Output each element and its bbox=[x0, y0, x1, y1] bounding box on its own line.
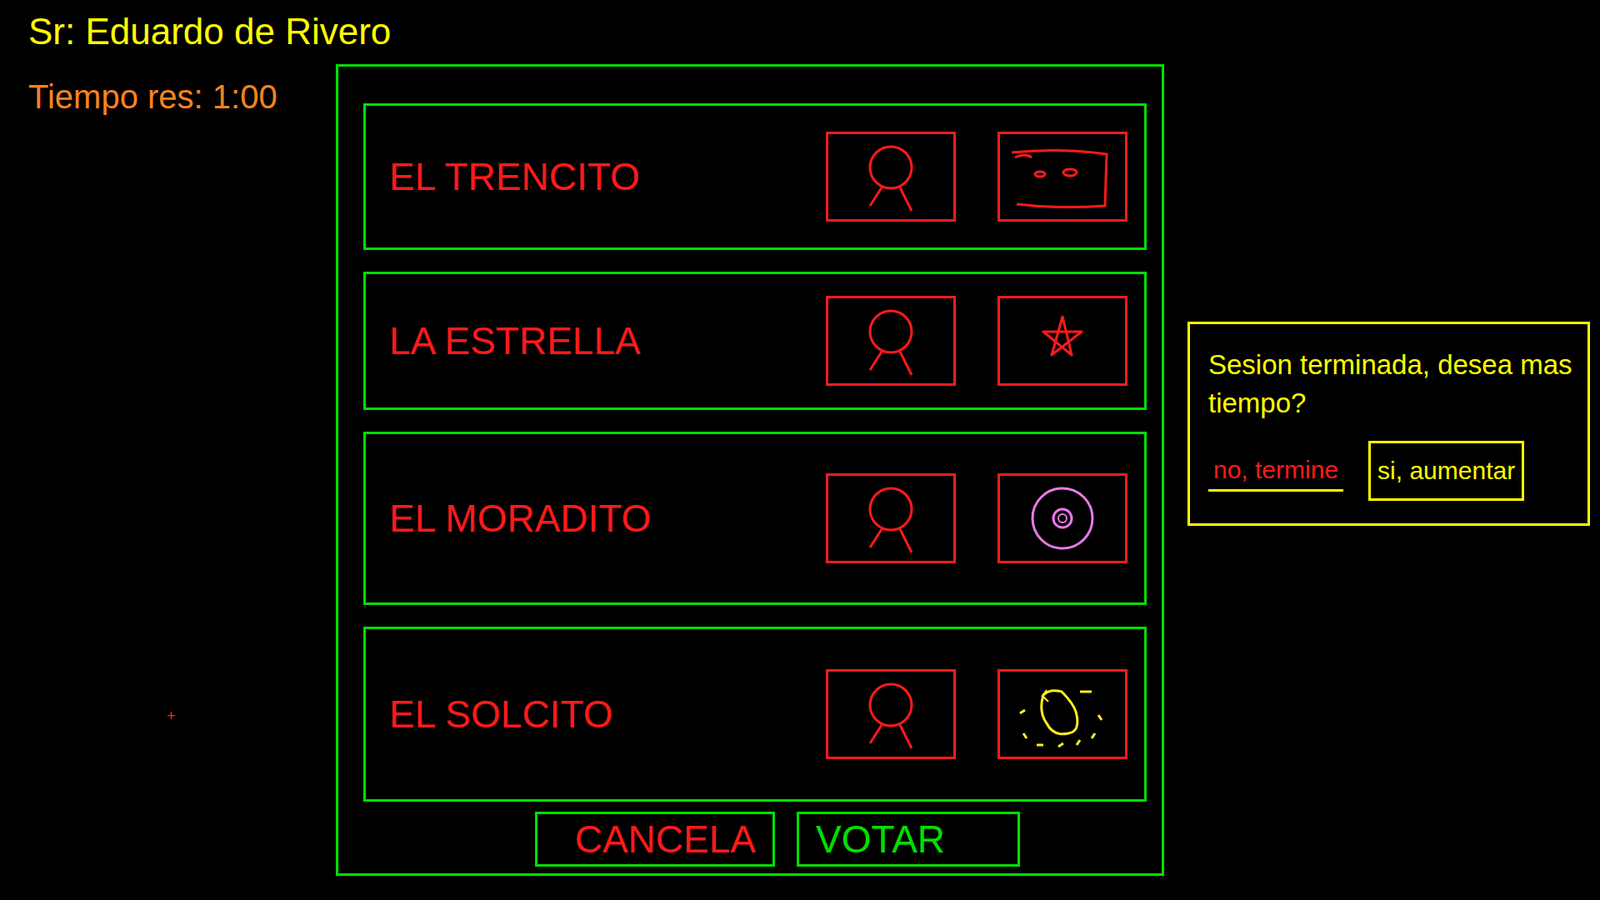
photo-box bbox=[825, 473, 956, 564]
train-icon bbox=[1000, 134, 1125, 220]
person-icon bbox=[828, 671, 954, 757]
person-icon bbox=[828, 134, 954, 220]
dialog-message: Sesion terminada, desea mas tiempo? bbox=[1208, 345, 1573, 423]
target-icon bbox=[1000, 475, 1125, 561]
sun-icon bbox=[1000, 671, 1125, 757]
candidate-name: EL MORADITO bbox=[389, 495, 826, 542]
candidate-name: EL TRENCITO bbox=[389, 153, 826, 200]
candidate-card[interactable]: EL MORADITO bbox=[363, 431, 1147, 605]
photo-box bbox=[825, 295, 956, 386]
candidate-name: EL SOLCITO bbox=[389, 690, 826, 738]
user-name: Sr: Eduardo de Rivero bbox=[0, 0, 1600, 65]
person-icon bbox=[828, 475, 954, 561]
candidate-card[interactable]: LA ESTRELLA bbox=[363, 271, 1147, 410]
symbol-box bbox=[997, 473, 1128, 564]
ballot-panel: EL TRENCITO LA ESTRELLA EL MORADITO EL SOLC… bbox=[335, 64, 1165, 876]
extend-button[interactable]: si, aumentar bbox=[1368, 440, 1525, 501]
symbol-box bbox=[997, 131, 1128, 222]
left-column: Tiempo res: 1:00 + bbox=[0, 64, 336, 900]
dialog-options: no, termine si, aumentar bbox=[1208, 440, 1573, 501]
main-row: Tiempo res: 1:00+EL TRENCITOLA ESTRELLAE… bbox=[0, 64, 1600, 900]
action-bar: CANCELA VOTAR bbox=[363, 811, 1147, 867]
candidate-card[interactable]: EL SOLCITO bbox=[363, 626, 1147, 802]
symbol-box bbox=[997, 669, 1128, 760]
finish-button[interactable]: no, termine bbox=[1208, 450, 1344, 492]
symbol-box bbox=[997, 295, 1128, 386]
candidate-card[interactable]: EL TRENCITO bbox=[363, 103, 1147, 250]
photo-box bbox=[825, 669, 956, 760]
star-icon bbox=[1000, 298, 1125, 384]
time-remaining: Tiempo res: 1:00 bbox=[0, 75, 336, 118]
cancel-button[interactable]: CANCELA bbox=[535, 811, 775, 867]
cursor-mark: + bbox=[166, 707, 176, 725]
person-icon bbox=[828, 298, 954, 384]
vote-button[interactable]: VOTAR bbox=[796, 811, 1020, 867]
session-dialog: Sesion terminada, desea mas tiempo? no, t… bbox=[1187, 321, 1590, 526]
candidate-name: LA ESTRELLA bbox=[389, 317, 826, 365]
photo-box bbox=[825, 131, 956, 222]
